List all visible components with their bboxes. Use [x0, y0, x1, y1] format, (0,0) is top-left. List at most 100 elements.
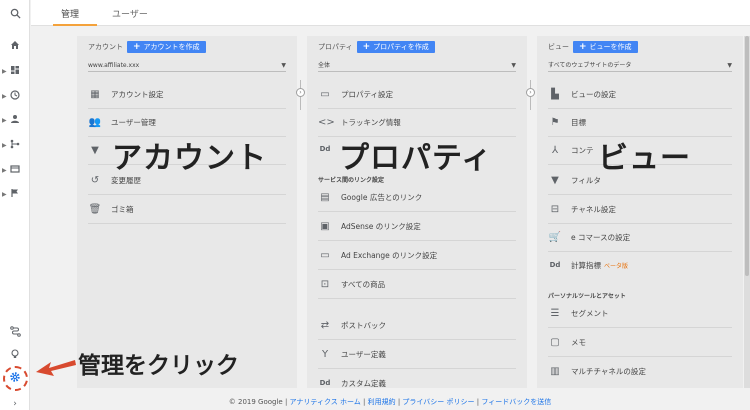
channel-settings-item[interactable]: ⊟ チャネル設定 — [548, 196, 732, 224]
dropdown-arrow-icon: ▼ — [511, 62, 516, 69]
segments-item[interactable]: ☰ セグメント — [548, 300, 732, 328]
property-heading: プロパティ — [318, 43, 353, 51]
click-admin-note: 管理をクリック — [78, 353, 239, 379]
calculated-metrics-label: 計算指標 — [571, 260, 601, 270]
scrollbar[interactable] — [744, 36, 750, 388]
doc-icon: ▙ — [551, 89, 559, 100]
clock-icon[interactable]: ▶ — [0, 89, 30, 105]
adsense-link-item[interactable]: ▣ AdSense のリンク設定 — [318, 213, 516, 241]
calculated-metrics-item[interactable]: Dd 計算指標 ベータ版 — [548, 253, 732, 277]
home-icon[interactable] — [0, 39, 30, 55]
postback-icon: ⇄ — [320, 320, 330, 331]
create-view-button[interactable]: + ビューを作成 — [573, 41, 638, 53]
scrollbar-thumb[interactable] — [745, 36, 749, 276]
property-settings-item[interactable]: ▭ プロパティ設定 — [318, 81, 516, 109]
top-tab-bar: 管理 ユーザー — [31, 0, 750, 26]
create-account-label: アカウントを作成 — [143, 43, 200, 51]
plus-icon: + — [362, 42, 371, 52]
search-icon[interactable] — [0, 8, 30, 24]
trash-item[interactable]: 🗑 ゴミ箱 — [88, 196, 286, 224]
tab-admin[interactable]: 管理 — [61, 7, 79, 20]
channel-icon: ⊟ — [550, 204, 560, 215]
property-column: プロパティ + プロパティを作成 全体 ▼ ▭ プロパティ設定 <> トラッキング… — [307, 36, 527, 388]
user-management-label: ユーザー管理 — [111, 118, 156, 127]
segment-icon: ☰ — [550, 308, 560, 319]
all-products-label: すべての商品 — [341, 280, 386, 289]
dd-icon: Dd — [319, 379, 331, 387]
pointer-arrow-icon — [36, 360, 76, 376]
view-settings-item[interactable]: ▙ ビューの設定 — [548, 81, 732, 109]
building-icon: ▦ — [90, 89, 100, 100]
trash-icon: 🗑 — [88, 204, 102, 215]
filter-icon: ▼ — [551, 175, 559, 186]
property-settings-label: プロパティ設定 — [341, 90, 394, 99]
adx-icon: ▭ — [320, 250, 330, 261]
adsense-icon: ▣ — [320, 221, 330, 232]
view-settings-label: ビューの設定 — [571, 90, 616, 99]
account-selector[interactable]: www.affiliate.xxx ▼ — [88, 60, 286, 72]
account-selector-value: www.affiliate.xxx — [88, 62, 140, 69]
view-column: ビュー + ビューを作成 すべてのウェブサイトのデータ ▼ ▙ ビューの設定 ⚑ … — [537, 36, 743, 388]
tab-user[interactable]: ユーザー — [112, 7, 148, 20]
cart-icon: 🛒 — [548, 232, 562, 243]
multichannel-icon: ▥ — [550, 365, 560, 377]
ecommerce-settings-item[interactable]: 🛒 e コマースの設定 — [548, 224, 732, 252]
tracking-info-label: トラッキング情報 — [341, 118, 401, 127]
annotations-label: メモ — [571, 338, 586, 347]
ecommerce-settings-label: e コマースの設定 — [571, 233, 631, 242]
property-selector[interactable]: 全体 ▼ — [318, 60, 516, 72]
multichannel-settings-item[interactable]: ▥ マルチチャネルの設定 — [548, 357, 732, 385]
expand-icon[interactable]: › — [0, 396, 30, 410]
display-icon[interactable]: ▶ — [0, 163, 30, 179]
ads-icon: ▤ — [320, 192, 330, 203]
dd-icon: Dd — [319, 145, 331, 153]
account-settings-item[interactable]: ▦ アカウント設定 — [88, 81, 286, 109]
beta-badge: ベータ版 — [604, 262, 629, 270]
account-column: アカウント + アカウントを作成 www.affiliate.xxx ▼ ▦ アカ… — [77, 36, 297, 388]
adx-link-item[interactable]: ▭ Ad Exchange のリンク設定 — [318, 242, 516, 270]
google-ads-link-item[interactable]: ▤ Google 広告とのリンク — [318, 184, 516, 212]
adsense-link-label: AdSense のリンク設定 — [341, 222, 421, 231]
create-property-label: プロパティを作成 — [373, 43, 429, 51]
privacy-link[interactable]: プライバシー ポリシー — [402, 398, 474, 406]
postback-label: ポストバック — [341, 321, 386, 330]
create-property-button[interactable]: + プロパティを作成 — [356, 41, 435, 53]
multichannel-settings-label: マルチチャネルの設定 — [571, 366, 646, 376]
property-overlay-label: プロパティ — [339, 141, 493, 176]
user-definition-item[interactable]: Y ユーザー定義 — [318, 341, 516, 369]
person-icon[interactable]: ▶ — [0, 113, 30, 129]
feedback-link[interactable]: フィードバックを送信 — [481, 398, 551, 406]
user-def-icon: Y — [321, 349, 329, 360]
adx-link-label: Ad Exchange のリンク設定 — [341, 251, 438, 260]
dashboard-icon[interactable]: ▶ — [0, 64, 30, 80]
goals-label: 目標 — [571, 118, 586, 127]
create-account-button[interactable]: + アカウントを作成 — [127, 41, 206, 53]
filters-label: フィルタ — [571, 176, 601, 185]
google-ads-link-label: Google 広告とのリンク — [341, 193, 423, 202]
analytics-home-link[interactable]: アナリティクス ホーム — [290, 398, 361, 406]
highlight-circle — [3, 366, 28, 391]
account-heading: アカウント — [88, 43, 123, 51]
personal-tools-section: パーソナルツールとアセット — [548, 293, 626, 300]
view-heading: ビュー — [548, 43, 569, 51]
lightbulb-icon[interactable] — [0, 348, 30, 364]
channel-settings-label: チャネル設定 — [571, 205, 616, 214]
fork-icon[interactable]: ▶ — [0, 138, 30, 154]
footer: © 2019 Google | アナリティクス ホーム | 利用規約 | プライ… — [30, 397, 750, 410]
postback-item[interactable]: ⇄ ポストバック — [318, 312, 516, 340]
custom-definition-item[interactable]: Dd カスタム定義 — [318, 369, 516, 388]
dropdown-arrow-icon: ▼ — [281, 62, 286, 69]
account-settings-label: アカウント設定 — [111, 90, 164, 99]
annotations-item[interactable]: ▢ メモ — [548, 329, 732, 357]
dropdown-arrow-icon: ▼ — [727, 62, 732, 69]
dd-icon: Dd — [549, 261, 561, 269]
filter-icon: ▼ — [91, 145, 99, 156]
custom-definition-label: カスタム定義 — [341, 378, 386, 388]
flag-icon[interactable]: ▶ — [0, 187, 30, 203]
create-view-label: ビューを作成 — [589, 43, 632, 51]
terms-link[interactable]: 利用規約 — [368, 398, 396, 406]
plus-icon: + — [579, 42, 587, 52]
route-icon[interactable] — [0, 326, 30, 342]
all-products-item[interactable]: ⊡ すべての商品 — [318, 271, 516, 299]
view-selector[interactable]: すべてのウェブサイトのデータ ▼ — [548, 60, 732, 72]
